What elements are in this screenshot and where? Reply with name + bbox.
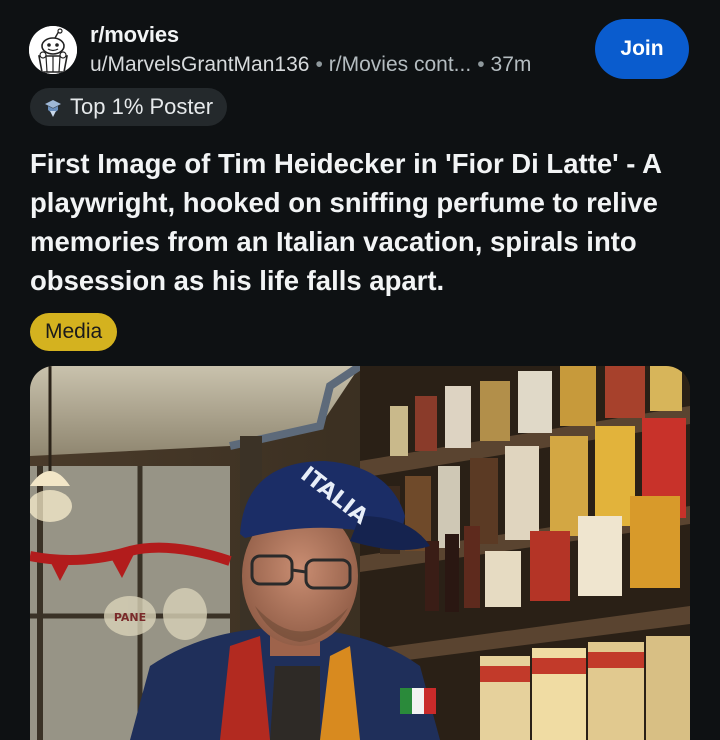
post-flair-tag[interactable]: Media — [30, 313, 118, 351]
top-poster-badge[interactable]: Top 1% Poster — [30, 88, 228, 126]
join-button[interactable]: Join — [595, 19, 689, 79]
post-title[interactable]: First Image of Tim Heidecker in 'Fior Di… — [30, 144, 690, 300]
author-name[interactable]: u/MarvelsGrantMan136 — [90, 53, 309, 76]
window-sign-text: PANE — [114, 611, 146, 624]
post-header: r/movies u/MarvelsGrantMan136 • r/Movies c… — [0, 0, 720, 90]
post-meta: u/MarvelsGrantMan136 • r/Movies cont... • 37… — [90, 53, 531, 77]
movie-still: PANE ITALIA — [30, 366, 690, 740]
badge-label: Top 1% Poster — [70, 94, 214, 119]
meta-separator: • — [477, 53, 485, 76]
subreddit-avatar[interactable] — [29, 26, 77, 74]
post-time: 37m — [490, 53, 532, 76]
subreddit-name[interactable]: r/movies — [90, 22, 179, 48]
post-image[interactable]: PANE ITALIA — [30, 366, 690, 740]
snoo-popcorn-avatar-icon — [29, 26, 77, 74]
top-poster-badge-icon — [45, 100, 61, 117]
meta-separator: • — [315, 53, 323, 76]
crosspost-source[interactable]: r/Movies cont... — [329, 53, 471, 76]
